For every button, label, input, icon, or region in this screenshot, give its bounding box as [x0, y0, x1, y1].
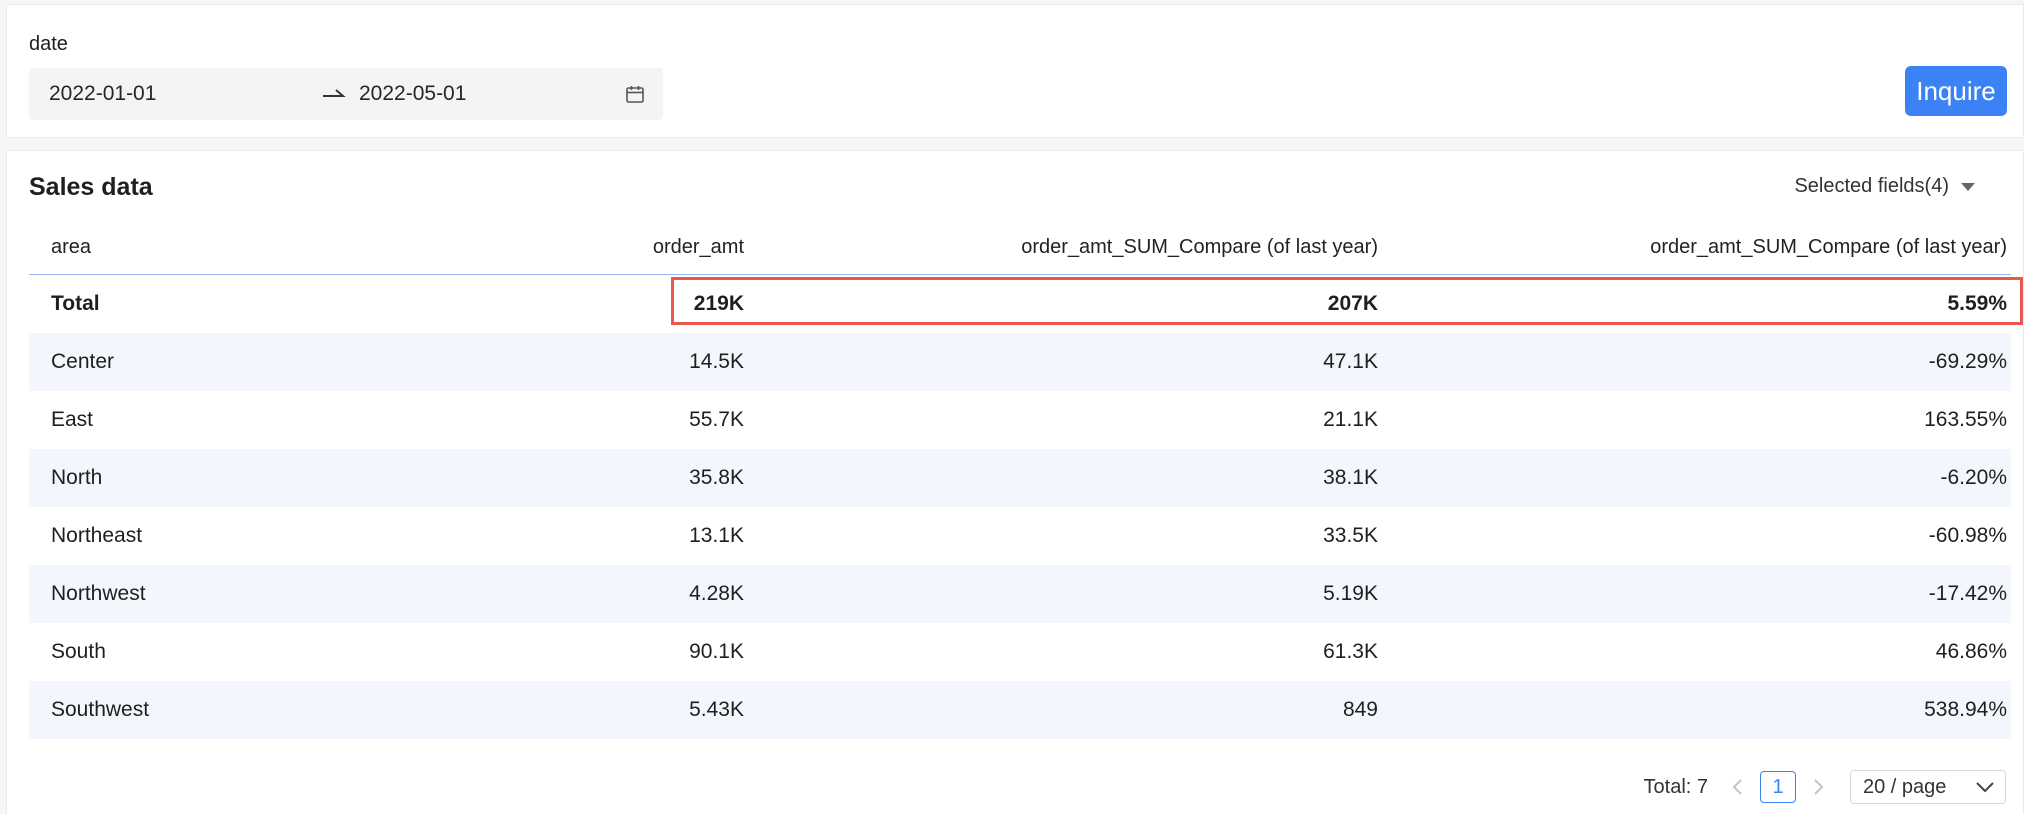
- inquire-button[interactable]: Inquire: [1905, 66, 2007, 116]
- caret-down-icon: [1961, 182, 1975, 191]
- table-row: Northeast 13.1K 33.5K -60.98%: [29, 507, 2011, 565]
- table-cell: Northeast: [51, 524, 143, 547]
- table-cell: 61.3K: [1323, 640, 1378, 663]
- table-row: Center 14.5K 47.1K -69.29%: [29, 333, 2011, 391]
- panel-title: Sales data: [29, 173, 153, 201]
- column-header-compare-percent[interactable]: order_amt_SUM_Compare (of last year): [1650, 221, 2007, 274]
- sales-table: area order_amt order_amt_SUM_Compare (of…: [29, 221, 2023, 739]
- end-date-input[interactable]: 2022-05-01: [359, 82, 466, 106]
- page-size-value: 20 / page: [1863, 775, 1947, 798]
- column-header-area[interactable]: area: [51, 221, 91, 274]
- table-cell: Northwest: [51, 582, 146, 605]
- table-total-row: Total 219K 207K 5.59%: [29, 275, 2023, 333]
- filter-panel: date 2022-01-01 2022-05-01 Inquire: [6, 4, 2024, 138]
- table-cell: -17.42%: [1928, 582, 2007, 605]
- table-cell: East: [51, 408, 94, 431]
- table-cell: -69.29%: [1928, 350, 2007, 373]
- table-cell: -6.20%: [1940, 466, 2007, 489]
- selected-fields-label: Selected fields(4): [1794, 175, 1949, 197]
- page-number-current[interactable]: 1: [1760, 771, 1796, 803]
- table-cell: 163.55%: [1924, 408, 2007, 431]
- table-row: South 90.1K 61.3K 46.86%: [29, 623, 2011, 681]
- table-cell: 47.1K: [1323, 350, 1378, 373]
- selected-fields-toggle[interactable]: Selected fields(4): [1794, 175, 1975, 198]
- chevron-down-icon: [1976, 782, 1994, 793]
- date-filter-label: date: [29, 33, 68, 55]
- chevron-left-icon[interactable]: [1722, 771, 1754, 803]
- table-row: North 35.8K 38.1K -6.20%: [29, 449, 2011, 507]
- start-date-input[interactable]: 2022-01-01: [49, 82, 156, 106]
- table-cell: 219K: [693, 292, 744, 315]
- date-range-picker[interactable]: 2022-01-01 2022-05-01: [29, 68, 663, 120]
- table-cell: North: [51, 466, 103, 489]
- table-cell: 849: [1342, 698, 1378, 721]
- table-cell: 4.28K: [689, 582, 744, 605]
- table-row: East 55.7K 21.1K 163.55%: [29, 391, 2011, 449]
- table-row: Southwest 5.43K 849 538.94%: [29, 681, 2011, 739]
- table-cell: -60.98%: [1928, 524, 2007, 547]
- column-header-order-amt[interactable]: order_amt: [653, 221, 744, 274]
- table-cell: 538.94%: [1924, 698, 2007, 721]
- table-cell: 5.59%: [1947, 292, 2007, 315]
- table-cell: Southwest: [51, 698, 150, 721]
- table-cell: 207K: [1327, 292, 1378, 315]
- page-size-select[interactable]: 20 / page: [1850, 770, 2006, 804]
- table-cell: 90.1K: [689, 640, 744, 663]
- table-row: Northwest 4.28K 5.19K -17.42%: [29, 565, 2011, 623]
- table-cell: South: [51, 640, 106, 663]
- table-cell: Total: [51, 292, 100, 315]
- pagination: Total: 7 1 20 / page: [1644, 770, 2006, 804]
- chevron-right-icon[interactable]: [1802, 771, 1834, 803]
- table-header-row: area order_amt order_amt_SUM_Compare (of…: [29, 221, 2011, 275]
- sales-data-panel: Sales data Selected fields(4) area order…: [6, 150, 2024, 814]
- table-cell: Center: [51, 350, 115, 373]
- table-cell: 5.19K: [1323, 582, 1378, 605]
- table-cell: 13.1K: [689, 524, 744, 547]
- table-cell: 38.1K: [1323, 466, 1378, 489]
- calendar-icon[interactable]: [625, 84, 645, 104]
- table-cell: 46.86%: [1935, 640, 2007, 663]
- table-cell: 35.8K: [689, 466, 744, 489]
- pagination-total: Total: 7: [1643, 775, 1708, 798]
- column-header-compare-value[interactable]: order_amt_SUM_Compare (of last year): [1021, 221, 1378, 274]
- table-cell: 21.1K: [1323, 408, 1378, 431]
- table-cell: 5.43K: [689, 698, 744, 721]
- arrow-right-icon: [323, 89, 346, 97]
- table-cell: 14.5K: [689, 350, 744, 373]
- table-cell: 33.5K: [1323, 524, 1378, 547]
- table-cell: 55.7K: [689, 408, 744, 431]
